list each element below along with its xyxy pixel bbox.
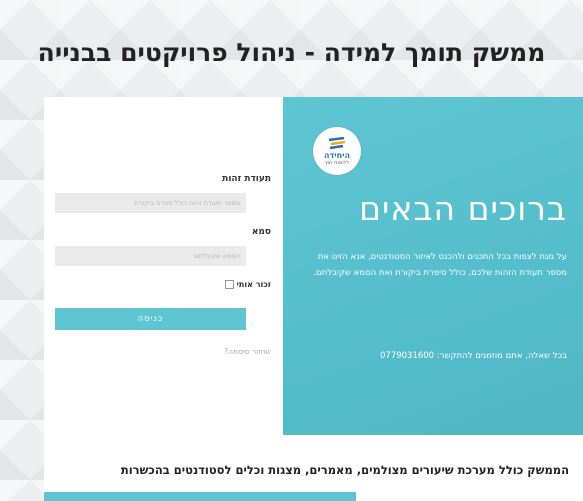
info-section: הממשק כולל מערכת שיעורים מצולמים, מאמרים…	[44, 435, 583, 501]
password-input[interactable]	[55, 246, 246, 266]
password-label: סמא	[251, 227, 271, 237]
logo-mark-icon	[328, 136, 346, 149]
welcome-heading: ברוכים הבאים	[359, 189, 567, 228]
welcome-instructions: על מנת לצפות בכל התכנים ולהכנס לאיזור הס…	[313, 252, 567, 278]
logo-text-primary: היחידה	[324, 150, 350, 160]
login-panel: תעודת זהות סמא זכור אותי כניסה שחזור סיס…	[44, 97, 283, 435]
forgot-password-link[interactable]: שחזור סיסמה?	[224, 347, 271, 356]
accent-bar	[44, 492, 356, 501]
id-input[interactable]	[55, 193, 246, 213]
page-title: ממשק תומך למידה - ניהול פרויקטים בבנייה	[37, 38, 546, 67]
id-label: תעודת זהות	[222, 174, 271, 184]
info-text: הממשק כולל מערכת שיעורים מצולמים, מאמרים…	[120, 463, 569, 477]
login-card: תעודת זהות סמא זכור אותי כניסה שחזור סיס…	[44, 97, 583, 435]
contact-info: בכל שאלה, אתם מוזמנים להתקשר: 0779031600	[380, 351, 567, 361]
remember-checkbox[interactable]	[224, 280, 234, 289]
institution-logo: היחידה ללימודי חוץ	[313, 127, 361, 175]
remember-label: זכור אותי	[236, 280, 271, 289]
login-button[interactable]: כניסה	[55, 308, 246, 330]
welcome-panel: היחידה ללימודי חוץ ברוכים הבאים על מנת ל…	[283, 97, 583, 435]
logo-text-secondary: ללימודי חוץ	[324, 159, 350, 166]
remember-me[interactable]: זכור אותי	[224, 280, 271, 289]
